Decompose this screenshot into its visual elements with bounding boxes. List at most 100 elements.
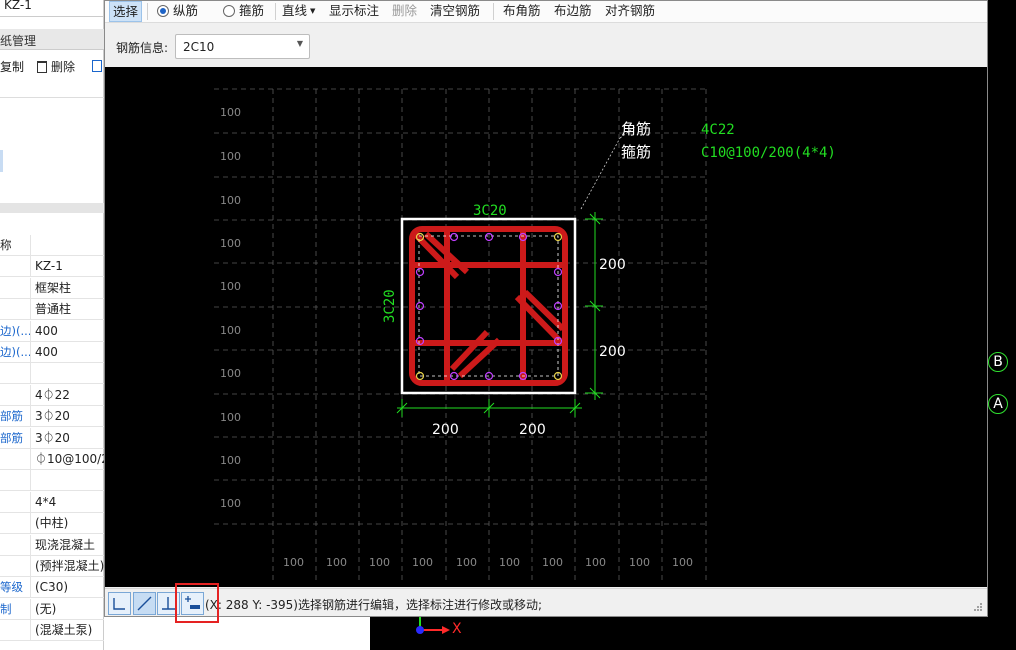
select-button[interactable]: 选择 <box>109 1 143 22</box>
dim-value[interactable]: 200 <box>519 422 546 438</box>
delete-button[interactable]: 删除 <box>37 58 75 78</box>
longitudinal-radio[interactable]: 纵筋 <box>157 1 198 22</box>
property-name <box>0 470 31 492</box>
axis-marker-b[interactable]: B <box>988 352 1008 372</box>
line-mode-button[interactable] <box>133 592 156 615</box>
grid-y-labels: 100 100 100 100 100 100 100 100 100 100 <box>220 106 241 510</box>
copy-label: 复制 <box>0 60 25 74</box>
property-row[interactable]: 边)(... 400 <box>0 342 104 363</box>
grid-label: 100 <box>220 324 241 337</box>
property-value[interactable]: 4*4 <box>35 492 105 513</box>
property-value[interactable]: 普通柱 <box>35 299 105 320</box>
show-annotation-button[interactable]: 显示标注 <box>329 1 379 22</box>
property-value[interactable]: ⏀10@100/2 <box>35 449 105 470</box>
copy-icon[interactable] <box>92 60 102 72</box>
property-value[interactable]: (混凝土泵) <box>35 620 105 641</box>
property-name: 等级 <box>0 577 31 599</box>
property-value[interactable]: 4⏀22 <box>35 385 105 406</box>
edge-rebar[interactable] <box>449 232 459 242</box>
drawing-canvas[interactable]: 100 100 100 100 100 100 100 100 100 100 100 100 100… <box>105 67 987 587</box>
property-row[interactable]: (预拌混凝土) <box>0 556 104 577</box>
resize-grip-icon[interactable] <box>973 602 983 612</box>
rebar-info-label: 钢筋信息: <box>116 41 169 55</box>
grid-label: 100 <box>220 280 241 293</box>
vertical-dimension[interactable] <box>585 212 603 400</box>
stirrup-label: 箍筋 <box>239 3 265 18</box>
drawing-management-tab[interactable]: 纸管理 <box>0 29 104 50</box>
rebar-info-select[interactable]: 2C10 ▼ <box>175 34 310 59</box>
property-row[interactable] <box>0 363 105 385</box>
property-value[interactable]: KZ-1 <box>35 256 105 277</box>
corner-bar-button[interactable]: 布角筋 <box>503 1 541 22</box>
background-panel-strip <box>104 617 370 650</box>
grid-label: 100 <box>672 556 693 569</box>
dim-value[interactable]: 200 <box>599 344 626 360</box>
stirrup-value[interactable]: C10@100/200(4*4) <box>701 145 836 161</box>
property-value[interactable]: (无) <box>35 599 105 620</box>
horizontal-dimension[interactable] <box>396 399 582 417</box>
property-name: 部筋 <box>0 427 31 449</box>
clear-rebar-button[interactable]: 清空钢筋 <box>430 1 480 22</box>
dim-value[interactable]: 200 <box>599 257 626 273</box>
line-dropdown[interactable]: 直线 ▼ <box>282 1 315 22</box>
property-row[interactable]: 部筋 3⏀20 <box>0 406 105 428</box>
property-value[interactable] <box>35 363 105 384</box>
edge-bar-button[interactable]: 布边筋 <box>554 1 592 22</box>
axis-marker-b-label: B <box>993 354 1003 370</box>
property-row[interactable]: 4*4 <box>0 491 105 513</box>
property-row[interactable]: 等级 (C30) <box>0 577 105 599</box>
property-row[interactable]: 普通柱 <box>0 299 105 321</box>
property-value[interactable]: 现浇混凝土 <box>35 535 105 556</box>
edge-rebar[interactable] <box>415 301 425 311</box>
orthogonal-mode-button[interactable] <box>108 592 131 615</box>
property-row[interactable]: 框架柱 <box>0 277 105 299</box>
axis-marker-a[interactable]: A <box>988 394 1008 414</box>
property-name <box>0 449 31 470</box>
component-select-value: KZ-1 <box>4 0 32 12</box>
property-row[interactable]: 称 <box>0 235 104 256</box>
left-side-bar-label[interactable]: 3C20 <box>382 289 398 323</box>
property-value[interactable] <box>35 470 105 491</box>
x-axis-label: X <box>452 621 462 637</box>
edge-rebar[interactable] <box>415 267 425 277</box>
top-side-bar-label[interactable]: 3C20 <box>473 203 507 219</box>
stirrup-label[interactable]: 箍筋 <box>621 143 651 161</box>
chevron-down-icon: ▼ <box>296 39 303 48</box>
property-value[interactable]: 3⏀20 <box>35 428 105 449</box>
grid-label: 100 <box>220 367 241 380</box>
property-value[interactable]: 框架柱 <box>35 278 105 299</box>
property-row[interactable]: 4⏀22 <box>0 384 105 406</box>
property-value[interactable]: (预拌混凝土) <box>35 556 105 577</box>
property-row[interactable]: 制 (无) <box>0 598 105 620</box>
property-value[interactable]: 400 <box>35 342 105 363</box>
property-value[interactable]: 400 <box>35 321 105 342</box>
property-row[interactable]: 部筋 3⏀20 <box>0 427 105 449</box>
property-name: 制 <box>0 598 31 620</box>
corner-bar-label[interactable]: 角筋 <box>621 120 651 138</box>
diagonal-line-icon <box>137 596 152 611</box>
property-value[interactable]: (C30) <box>35 577 105 598</box>
tab-label: 纸管理 <box>0 34 37 48</box>
corner-bar-value[interactable]: 4C22 <box>701 122 735 138</box>
component-select[interactable]: KZ-1 <box>0 0 104 17</box>
property-value[interactable] <box>35 235 105 256</box>
align-bar-button[interactable]: 对齐钢筋 <box>605 1 655 22</box>
property-name <box>0 256 31 278</box>
property-row[interactable]: 现浇混凝土 <box>0 534 105 556</box>
property-row[interactable]: KZ-1 <box>0 256 105 278</box>
property-value[interactable]: (中柱) <box>35 513 105 534</box>
copy-button[interactable]: 复制 <box>0 58 24 78</box>
property-value[interactable]: 3⏀20 <box>35 406 105 427</box>
property-row[interactable] <box>0 470 105 492</box>
property-name: 部筋 <box>0 406 31 428</box>
property-row[interactable]: ⏀10@100/2 <box>0 449 105 470</box>
section-drawing[interactable]: 100100100100100100100100100100 100 100 100… <box>105 67 987 587</box>
delete-button[interactable]: 删除 <box>392 1 417 22</box>
property-row[interactable]: (混凝土泵) <box>0 620 105 642</box>
stirrup-radio[interactable]: 箍筋 <box>223 1 264 22</box>
dim-value[interactable]: 200 <box>432 422 459 438</box>
chevron-down-icon: ▼ <box>310 7 316 15</box>
property-row[interactable]: 边)(... 400 <box>0 320 105 342</box>
property-row[interactable]: (中柱) <box>0 513 105 535</box>
toolbar-separator <box>493 3 494 20</box>
